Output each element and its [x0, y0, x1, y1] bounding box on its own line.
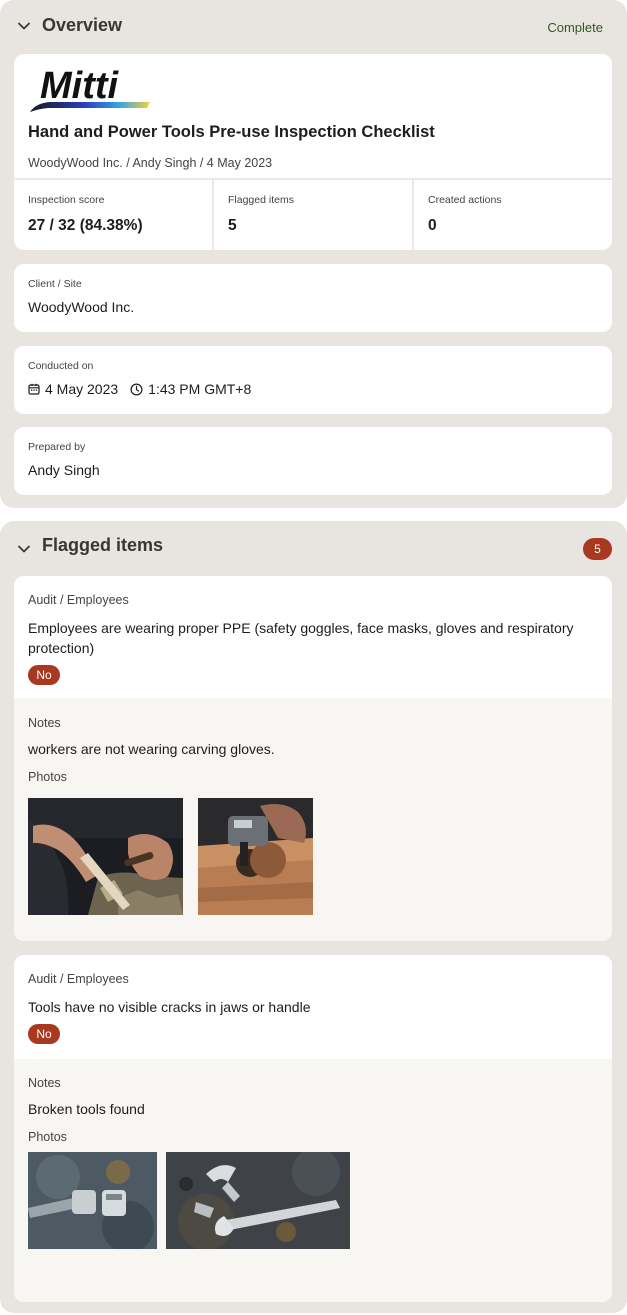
stat-value: 5	[228, 217, 237, 234]
stat-value: 27 / 32 (84.38%)	[28, 217, 143, 234]
flagged-count-badge: 5	[583, 538, 612, 560]
stat-label: Flagged items	[228, 194, 294, 206]
overview-title: Overview	[42, 15, 123, 35]
prepared-by-label: Prepared by	[28, 441, 86, 453]
conducted-on-value: 4 May 2023 1:43 PM GMT+8	[28, 381, 251, 397]
photos-label: Photos	[28, 1130, 67, 1144]
client-site-card: Client / Site WoodyWood Inc.	[14, 264, 612, 332]
conducted-date: 4 May 2023	[45, 381, 119, 397]
flagged-item-question: Audit / Employees Tools have no visible …	[14, 955, 612, 1059]
stats-row: Inspection score 27 / 32 (84.38%) Flagge…	[14, 178, 612, 250]
angle-grinder-on-wood-photo[interactable]	[198, 798, 313, 915]
clock-icon	[130, 382, 143, 396]
stat-label: Created actions	[428, 194, 502, 206]
stat-created-actions[interactable]: Created actions 0	[414, 180, 612, 250]
prepared-by-card: Prepared by Andy Singh	[14, 427, 612, 495]
overview-section: Overview Complete Mitti Hand and Power T…	[0, 0, 627, 508]
item-question: Tools have no visible cracks in jaws or …	[28, 999, 311, 1015]
flagged-item: Audit / Employees Tools have no visible …	[14, 955, 612, 1302]
notes-text: Broken tools found	[28, 1101, 145, 1117]
chevron-down-icon[interactable]	[16, 541, 32, 557]
notes-label: Notes	[28, 716, 61, 730]
client-site-label: Client / Site	[28, 278, 82, 290]
flagged-item: Audit / Employees Employees are wearing …	[14, 576, 612, 941]
flagged-items-title: Flagged items	[42, 535, 164, 555]
client-site-value: WoodyWood Inc.	[28, 299, 135, 315]
stat-label: Inspection score	[28, 194, 105, 206]
page-title: Hand and Power Tools Pre-use Inspection …	[28, 123, 435, 141]
hands-carving-wood-photo[interactable]	[28, 798, 183, 915]
conducted-on-label: Conducted on	[28, 360, 94, 372]
conducted-on-card: Conducted on 4 May 2023 1:43 PM GMT+8	[14, 346, 612, 414]
item-question: Employees are wearing proper PPE (safety…	[28, 620, 574, 656]
notes-label: Notes	[28, 1076, 61, 1090]
stat-inspection-score: Inspection score 27 / 32 (84.38%)	[14, 180, 214, 250]
stat-value: 0	[428, 217, 437, 234]
overview-header[interactable]: Overview Complete	[0, 0, 627, 52]
item-path: Audit / Employees	[28, 972, 129, 986]
status-badge: Complete	[547, 20, 603, 35]
calendar-icon	[28, 383, 40, 395]
notes-text: workers are not wearing carving gloves.	[28, 741, 275, 757]
flagged-item-question: Audit / Employees Employees are wearing …	[14, 576, 612, 698]
logo-text: Mitti	[40, 66, 120, 107]
answer-no-badge: No	[28, 1024, 60, 1044]
flagged-items-section: Flagged items 5 Audit / Employees Employ…	[0, 521, 627, 1313]
chevron-down-icon[interactable]	[16, 18, 32, 34]
mitti-logo: Mitti	[30, 66, 150, 112]
report-meta: WoodyWood Inc. / Andy Singh / 4 May 2023	[28, 156, 273, 170]
photos-label: Photos	[28, 770, 67, 784]
answer-no-badge: No	[28, 665, 60, 685]
conducted-time: 1:43 PM GMT+8	[148, 381, 252, 397]
notes-block: Notes workers are not wearing carving gl…	[14, 698, 612, 941]
item-path: Audit / Employees	[28, 593, 129, 607]
prepared-by-value: Andy Singh	[28, 462, 100, 478]
report-header-card: Mitti Hand and Power Tools Pre-use Inspe…	[14, 54, 612, 250]
flagged-items-header[interactable]: Flagged items 5	[0, 521, 627, 573]
broken-adjustable-wrench-photo[interactable]	[166, 1152, 350, 1249]
broken-socket-wrench-photo[interactable]	[28, 1152, 157, 1249]
notes-block: Notes Broken tools found Photos	[14, 1059, 612, 1302]
stat-flagged-items[interactable]: Flagged items 5	[214, 180, 414, 250]
